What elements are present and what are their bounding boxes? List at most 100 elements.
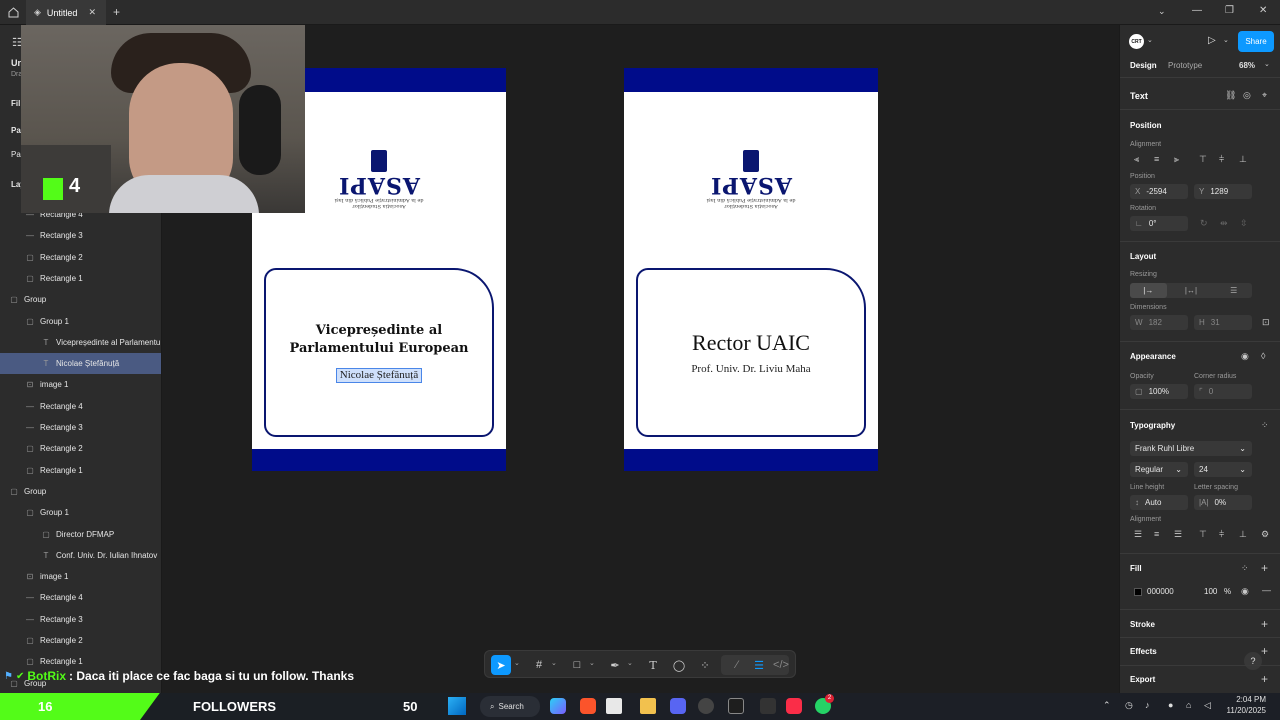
fill-opacity[interactable]: 100 — [1204, 587, 1217, 596]
line-height-field[interactable]: ↕ Auto — [1130, 495, 1188, 510]
layer-item[interactable]: ▢ Group 1 — [0, 502, 161, 523]
rectangle-tool-icon[interactable]: □ — [567, 655, 587, 675]
clock-time[interactable]: 2:04 PM — [1226, 695, 1266, 704]
name-card[interactable]: Vicepreședinte al Parlamentului European… — [264, 268, 494, 437]
x-value[interactable]: -2594 — [1146, 187, 1166, 196]
app-icon[interactable] — [760, 698, 776, 714]
add-stroke-icon[interactable]: + — [1261, 617, 1268, 631]
tab-design[interactable]: Design — [1130, 61, 1157, 70]
corner-value[interactable]: 0 — [1209, 387, 1213, 396]
text-align-middle-icon[interactable]: ⫩ — [1219, 529, 1224, 540]
file-tab[interactable]: Fil — [11, 99, 20, 108]
window-close-icon[interactable]: ✕ — [1259, 5, 1267, 16]
music-icon[interactable] — [786, 698, 802, 714]
figma-icon[interactable] — [728, 698, 744, 714]
add-fill-icon[interactable]: + — [1261, 561, 1268, 575]
play-icon[interactable]: ▷ — [1208, 35, 1216, 46]
align-top-icon[interactable]: ⊤ — [1199, 154, 1207, 165]
layer-item[interactable]: ▢ Rectangle 2 — [0, 630, 161, 651]
copilot-icon[interactable] — [550, 698, 566, 714]
chevron-down-icon[interactable]: ⌄ — [514, 659, 520, 667]
dev-mode-icon[interactable]: </> — [771, 655, 791, 675]
eye-icon[interactable]: ◉ — [1241, 586, 1249, 597]
microphone-icon[interactable]: ● — [1168, 700, 1173, 710]
layer-item[interactable]: T Nicolae Ștefănuță — [0, 353, 161, 375]
align-bottom-icon[interactable]: ⊥ — [1239, 154, 1247, 165]
chevron-down-icon[interactable]: ⌄ — [589, 659, 595, 667]
rotate-icon[interactable]: ↻ — [1200, 218, 1208, 229]
rotation-field[interactable]: ∟ 0° — [1130, 216, 1188, 231]
clock-date[interactable]: 11/20/2025 — [1216, 706, 1266, 715]
link-icon[interactable]: ⛓ — [1225, 90, 1236, 101]
tray-app-icon[interactable]: ◷ — [1125, 700, 1133, 711]
minimize-icon[interactable]: — — [1192, 5, 1202, 16]
eye-icon[interactable]: ◉ — [1241, 351, 1249, 362]
fill-swatch[interactable] — [1134, 588, 1142, 596]
chevron-down-icon[interactable]: ⌄ — [627, 659, 633, 667]
pen-tool-icon[interactable]: ✒ — [605, 655, 625, 675]
frame-tool-icon[interactable]: # — [529, 655, 549, 675]
layer-item[interactable]: ⊡ image 1 — [0, 566, 161, 587]
font-size-select[interactable]: 24 ⌄ — [1194, 462, 1252, 477]
line-height-value[interactable]: Auto — [1145, 498, 1161, 507]
chevron-down-icon[interactable]: ⌄ — [551, 659, 557, 667]
auto-height-icon[interactable]: ☰ — [1215, 286, 1252, 295]
flip-vertical-icon[interactable]: ⇳ — [1240, 218, 1248, 229]
volume-icon[interactable]: ◁ — [1204, 700, 1211, 711]
target-icon[interactable]: ⌖ — [1262, 90, 1267, 101]
layer-item[interactable]: ▢ Group 1 — [0, 311, 161, 332]
align-center-icon[interactable]: ≡ — [1154, 154, 1159, 164]
styles-grid-icon[interactable]: ⁘ — [1241, 563, 1249, 574]
maximize-icon[interactable]: ❐ — [1225, 5, 1234, 16]
component-icon[interactable]: ◎ — [1243, 90, 1251, 101]
speaker-icon[interactable]: ♪ — [1145, 700, 1150, 710]
width-field[interactable]: W 182 — [1130, 315, 1188, 330]
fill-hex[interactable]: 000000 — [1147, 587, 1174, 596]
layer-item[interactable]: T Conf. Univ. Dr. Iulian Ihnatov — [0, 545, 161, 566]
align-middle-icon[interactable]: ⫩ — [1219, 154, 1224, 165]
chevron-down-icon[interactable]: ⌄ — [1264, 60, 1270, 68]
opacity-field[interactable]: ▢ 100% — [1130, 384, 1188, 399]
design-canvas[interactable]: Asociația Studenților de la Administrați… — [162, 25, 1118, 693]
page-item[interactable]: Pa — [11, 150, 21, 159]
chevron-down-icon[interactable]: ⌄ — [1223, 36, 1229, 44]
x-field[interactable]: X -2594 — [1130, 184, 1188, 199]
person-name[interactable]: Prof. Univ. Dr. Liviu Maha — [638, 363, 864, 375]
home-icon[interactable] — [7, 6, 20, 19]
y-value[interactable]: 1289 — [1210, 187, 1228, 196]
add-export-icon[interactable]: + — [1261, 672, 1268, 686]
selected-name-text[interactable]: Nicolae Ștefănuță — [336, 368, 422, 383]
add-effect-icon[interactable]: + — [1261, 644, 1268, 658]
blend-icon[interactable]: ◊ — [1261, 351, 1265, 361]
role-line-1[interactable]: Vicepreședinte al — [266, 322, 492, 340]
card-frame-2[interactable]: Asociația Studenților de la Administrați… — [624, 68, 878, 471]
zoom-level[interactable]: 68% — [1239, 61, 1255, 70]
text-align-center-icon[interactable]: ≡ — [1154, 529, 1159, 539]
store-icon[interactable] — [606, 698, 622, 714]
text-align-bottom-icon[interactable]: ⊥ — [1239, 529, 1247, 540]
share-button[interactable]: Share — [1238, 31, 1274, 52]
text-align-left-icon[interactable]: ☰ — [1134, 529, 1142, 540]
height-field[interactable]: H 31 — [1194, 315, 1252, 330]
file-name[interactable]: Ur — [11, 58, 21, 68]
layer-item[interactable]: — Rectangle 3 — [0, 225, 161, 246]
text-tool-icon[interactable]: T — [643, 655, 663, 675]
chevron-down-icon[interactable]: ⌄ — [1158, 6, 1166, 17]
brave-icon[interactable] — [580, 698, 596, 714]
fixed-width-icon[interactable]: |→ — [1130, 283, 1167, 298]
layer-item[interactable]: ▢ Rectangle 1 — [0, 268, 161, 289]
new-tab-button[interactable]: + — [113, 5, 120, 19]
font-weight-select[interactable]: Regular ⌄ — [1130, 462, 1188, 477]
y-field[interactable]: Y 1289 — [1194, 184, 1252, 199]
hug-width-icon[interactable]: |↔| — [1173, 286, 1210, 295]
resizing-segmented[interactable]: |→ |↔| ☰ — [1130, 283, 1252, 298]
layer-item[interactable]: ▢ Rectangle 2 — [0, 438, 161, 459]
text-settings-icon[interactable]: ⚙ — [1261, 529, 1269, 540]
taskbar-search[interactable]: ⌕ Search — [480, 696, 540, 717]
discord-icon[interactable] — [670, 698, 686, 714]
layer-item[interactable]: — Rectangle 4 — [0, 396, 161, 417]
role-title[interactable]: Rector UAIC — [638, 330, 864, 356]
h-value[interactable]: 31 — [1211, 318, 1220, 327]
layer-item[interactable]: ▢ Group — [0, 289, 161, 310]
tab-prototype[interactable]: Prototype — [1168, 61, 1202, 70]
